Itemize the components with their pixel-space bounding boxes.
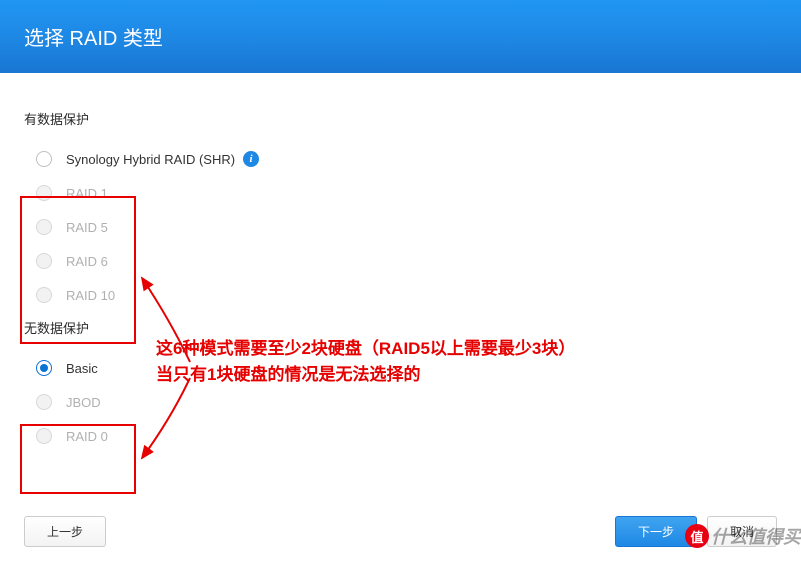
dialog-header: 选择 RAID 类型 [0, 0, 801, 73]
radio-label: JBOD [66, 395, 101, 410]
back-button[interactable]: 上一步 [24, 516, 106, 547]
radio-label: RAID 5 [66, 220, 108, 235]
annotation-text: 这6种模式需要至少2块硬盘（RAID5以上需要最少3块） 当只有1块硬盘的情况是… [156, 336, 575, 387]
raid-option-raid10: RAID 10 [24, 278, 777, 312]
radio-icon [36, 428, 52, 444]
dialog-footer: 上一步 下一步 取消 [0, 516, 801, 547]
raid-option-raid0: RAID 0 [24, 419, 777, 453]
raid-option-raid1: RAID 1 [24, 176, 777, 210]
raid-option-raid5: RAID 5 [24, 210, 777, 244]
radio-label: RAID 6 [66, 254, 108, 269]
radio-label: RAID 10 [66, 288, 115, 303]
raid-option-jbod: JBOD [24, 385, 777, 419]
dialog-title: 选择 RAID 类型 [24, 28, 163, 50]
radio-label: RAID 1 [66, 186, 108, 201]
annotation-line1: 这6种模式需要至少2块硬盘（RAID5以上需要最少3块） [156, 336, 575, 362]
section-title-protected: 有数据保护 [24, 109, 777, 128]
radio-icon [36, 185, 52, 201]
radio-icon [36, 219, 52, 235]
radio-icon [36, 253, 52, 269]
radio-label: Basic [66, 361, 98, 376]
radio-label: Synology Hybrid RAID (SHR) [66, 152, 235, 167]
radio-icon [36, 394, 52, 410]
info-icon[interactable]: i [243, 151, 259, 167]
watermark-text: 什么值得买 [711, 523, 801, 549]
watermark: 值 什么值得买 [685, 523, 801, 549]
dialog-content: 有数据保护 Synology Hybrid RAID (SHR) i RAID … [0, 73, 801, 453]
section-title-unprotected: 无数据保护 [24, 318, 777, 337]
radio-label: RAID 0 [66, 429, 108, 444]
radio-icon [36, 151, 52, 167]
raid-option-raid6: RAID 6 [24, 244, 777, 278]
annotation-line2: 当只有1块硬盘的情况是无法选择的 [156, 362, 575, 388]
watermark-badge-icon: 值 [685, 524, 709, 548]
radio-icon [36, 360, 52, 376]
radio-icon [36, 287, 52, 303]
raid-option-shr[interactable]: Synology Hybrid RAID (SHR) i [24, 142, 777, 176]
